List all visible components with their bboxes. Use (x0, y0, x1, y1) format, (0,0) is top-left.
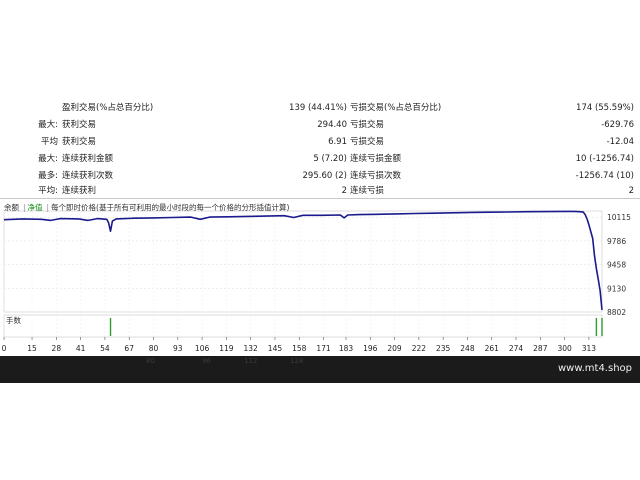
x-tick-label: 287 (533, 344, 548, 353)
stat-label: 获利交易 (62, 120, 97, 130)
x-tick-label: 67 (124, 344, 134, 353)
stat-prefix: 最大: (38, 154, 58, 164)
stat-value-2: 174 (55.59%) (576, 103, 634, 113)
legend-description: 每个即时价格(基于所有可利用的最小时段的每一个价格的分形插值计算) (51, 203, 290, 212)
stat-row: 盈利交易(%占总百分比) 139 (44.41%) 亏损交易(%占总百分比) 1… (0, 100, 640, 117)
stat-value-2: -629.76 (601, 120, 634, 130)
plot-area (3, 210, 603, 313)
stat-label: 盈利交易(%占总百分比) (62, 103, 154, 113)
faded-tick: 112 (244, 357, 258, 365)
footer-bar: 80 96 112 128 www.mt4.shop (0, 356, 640, 383)
stat-value: 6.91 (328, 137, 347, 147)
stat-label-2: 亏损交易 (350, 120, 385, 130)
stat-row: 平均 获利交易 6.91 亏损交易 -12.04 (0, 134, 640, 151)
stat-row: 最大: 获利交易 294.40 亏损交易 -629.76 (0, 117, 640, 134)
x-tick-label: 145 (268, 344, 283, 353)
volume-label: 手数 (6, 315, 21, 325)
x-tick-label: 171 (316, 344, 331, 353)
x-tick-label: 15 (27, 344, 37, 353)
stat-row: 最大: 连续获利金额 5 (7.20) 连续亏损金额 10 (-1256.74) (0, 151, 640, 168)
x-tick-label: 222 (412, 344, 427, 353)
stat-prefix: 平均 (40, 137, 58, 147)
x-tick-label: 209 (387, 344, 402, 353)
x-tick-label: 261 (485, 344, 500, 353)
y-tick-label: 9458 (607, 261, 626, 270)
legend-equity[interactable]: 净值 (28, 203, 43, 212)
stat-label-2: 亏损交易 (350, 137, 385, 147)
chart-legend: 余额 | 净值 | 每个即时价格(基于所有可利用的最小时段的每一个价格的分形插值计算) (4, 203, 290, 212)
stat-label-2: 连续亏损金额 (350, 154, 402, 164)
x-tick-label: 300 (557, 344, 572, 353)
x-tick-label: 28 (52, 344, 62, 353)
x-tick-label: 158 (292, 344, 307, 353)
watermark: www.mt4.shop (557, 363, 632, 374)
stat-value: 5 (7.20) (313, 154, 347, 164)
x-tick-label: 54 (100, 344, 110, 353)
volume-area (3, 314, 603, 338)
faded-tick: 80 (146, 357, 155, 365)
x-tick-label: 106 (195, 344, 210, 353)
x-tick-label: 119 (219, 344, 234, 353)
stat-value-2: -12.04 (606, 137, 634, 147)
legend-balance[interactable]: 余额 (4, 203, 19, 212)
y-tick-label: 9130 (607, 284, 626, 293)
faded-tick: 128 (290, 357, 304, 365)
x-tick-label: 274 (509, 344, 524, 353)
x-tick-label: 235 (436, 344, 451, 353)
x-tick-label: 196 (363, 344, 378, 353)
x-tick-label: 313 (582, 344, 597, 353)
stat-value-2: 10 (-1256.74) (575, 154, 634, 164)
y-tick-label: 10115 (607, 213, 631, 222)
stat-value: 139 (44.41%) (289, 103, 347, 113)
x-tick-label: 93 (173, 344, 183, 353)
y-tick-label: 9786 (607, 237, 626, 246)
x-tick-label: 0 (2, 344, 7, 353)
stat-value: 294.40 (317, 120, 347, 130)
faded-tick: 96 (202, 357, 211, 365)
balance-chart: 余额 | 净值 | 每个即时价格(基于所有可利用的最小时段的每一个价格的分形插值计算) … (0, 198, 640, 357)
x-tick-label: 80 (149, 344, 159, 353)
statistics-table: 盈利交易(%占总百分比) 139 (44.41%) 亏损交易(%占总百分比) 1… (0, 100, 640, 198)
stat-prefix: 最大: (38, 120, 58, 130)
stat-label: 获利交易 (62, 137, 97, 147)
chart-canvas: 10115 9786 9458 9130 8802 0 15 28 41 54 67 80 93 106 1… (2, 210, 631, 353)
x-tick-label: 248 (460, 344, 475, 353)
x-tick-label: 132 (244, 344, 259, 353)
stat-label-2: 亏损交易(%占总百分比) (350, 103, 442, 113)
y-tick-label: 8802 (607, 308, 626, 317)
stat-label: 连续获利金额 (62, 154, 114, 164)
x-tick-label: 41 (76, 344, 86, 353)
x-tick-label: 183 (339, 344, 354, 353)
